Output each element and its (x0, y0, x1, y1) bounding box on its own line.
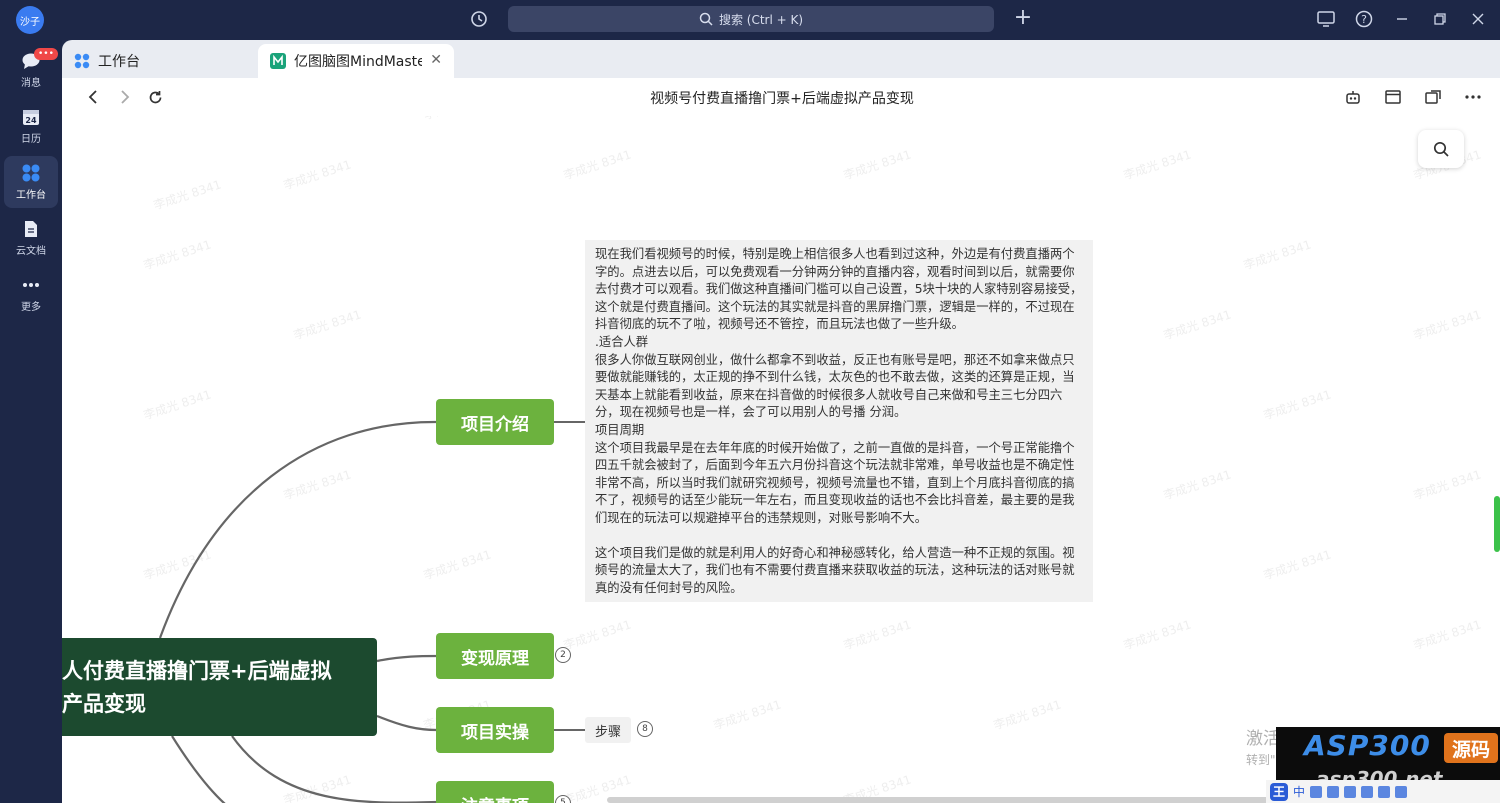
ime-tools-icon[interactable] (1361, 785, 1374, 798)
help-icon[interactable]: ? (1352, 8, 1376, 30)
sidebar-item-more[interactable]: 更多 (4, 268, 58, 320)
title-bar: 沙子 搜索 (Ctrl + K) + ? (0, 0, 1500, 40)
central-topic-line: 产品变现 (62, 692, 146, 716)
app-sidebar: ••• 消息 24 日历 工作台 云文档 更多 (0, 40, 62, 803)
document-title: 视频号付费直播撸门票+后端虚拟产品变现 (650, 91, 914, 107)
svg-text:24: 24 (25, 116, 37, 125)
ime-settings-icon[interactable] (1395, 785, 1408, 798)
document-icon (21, 219, 41, 239)
collapse-count-badge[interactable]: 8 (637, 721, 653, 737)
global-search[interactable]: 搜索 (Ctrl + K) (508, 6, 994, 32)
close-tab-icon[interactable]: ✕ (430, 52, 442, 68)
topic-project-intro[interactable]: 项目介绍 (436, 399, 554, 445)
window-layout-icon[interactable] (1382, 86, 1404, 108)
message-badge: ••• (34, 48, 58, 60)
forward-icon[interactable] (114, 86, 136, 108)
document-toolbar: 视频号付费直播撸门票+后端虚拟产品变现 (62, 78, 1500, 116)
calendar-icon: 24 (21, 107, 41, 127)
back-icon[interactable] (82, 86, 104, 108)
screen-share-icon[interactable] (1314, 8, 1338, 30)
sidebar-item-messages[interactable]: ••• 消息 (4, 44, 58, 96)
ime-mode[interactable]: 中 (1293, 783, 1305, 800)
history-icon[interactable] (468, 8, 490, 30)
apps-grid-icon (74, 53, 90, 69)
note-paragraph: 这个项目我最早是在去年年底的时候开始做了，之前一直做的是抖音，一个号正常能撸个四… (595, 440, 1075, 525)
topic-label: 项目实操 (461, 722, 529, 743)
sidebar-item-label: 消息 (21, 78, 41, 89)
note-paragraph: .适合人群 (595, 334, 649, 349)
mindmaster-logo-icon (270, 53, 286, 69)
ime-keyboard-icon[interactable] (1344, 785, 1357, 798)
sidebar-item-label: 云文档 (16, 246, 46, 257)
asp-logo-text: ASP300 (1304, 729, 1431, 762)
more-dots-icon (21, 275, 41, 295)
search-label: 搜索 (Ctrl + K) (718, 12, 804, 27)
ime-logo-icon: 王 (1270, 782, 1288, 801)
sidebar-item-label: 日历 (21, 134, 41, 145)
note-paragraph: 很多人你做互联网创业，做什么都拿不到收益，反正也有账号是吧，那还不如拿来做点只要… (595, 352, 1075, 420)
robot-icon[interactable] (1342, 86, 1364, 108)
open-in-window-icon[interactable] (1422, 86, 1444, 108)
topic-notes[interactable]: 注意事项 (436, 781, 554, 803)
central-topic-line: 人付费直播撸门票+后端虚拟 (62, 659, 332, 683)
note-paragraph: 这个项目我们是做的就是利用人的好奇心和神秘感转化，给人营造一种不正规的氛围。视频… (595, 545, 1075, 595)
minimize-icon[interactable] (1390, 8, 1414, 30)
refresh-icon[interactable] (144, 86, 166, 108)
tab-label: 工作台 (98, 54, 140, 70)
topic-project-practice[interactable]: 项目实操 (436, 707, 554, 753)
canvas-search-button[interactable] (1418, 130, 1464, 168)
tab-mindmaster[interactable]: 亿图脑图MindMaster ✕ (258, 44, 454, 78)
tab-strip: 工作台 亿图脑图MindMaster ✕ (62, 40, 1500, 78)
note-paragraph: 项目周期 (595, 422, 645, 437)
apps-grid-icon (21, 163, 41, 183)
ime-emoji-icon[interactable] (1327, 785, 1340, 798)
central-topic[interactable]: 人付费直播撸门票+后端虚拟 产品变现 (62, 638, 377, 736)
user-avatar[interactable]: 沙子 (16, 6, 44, 34)
topic-label: 变现原理 (461, 648, 529, 669)
topic-monetization-principle[interactable]: 变现原理 (436, 633, 554, 679)
tab-label: 亿图脑图MindMaster (294, 54, 422, 70)
more-options-icon[interactable] (1462, 86, 1484, 108)
svg-text:?: ? (1361, 13, 1367, 26)
mindmap-canvas[interactable]: 李成光 8341 李成光 8341 李成光 8341 李成光 8341 李成光 … (62, 116, 1500, 803)
restore-icon[interactable] (1428, 8, 1452, 30)
vertical-scrollbar[interactable] (1494, 496, 1500, 552)
tab-workbench[interactable]: 工作台 (62, 44, 258, 78)
close-window-icon[interactable] (1466, 8, 1490, 30)
sidebar-item-label: 工作台 (16, 190, 46, 201)
ime-skin-icon[interactable] (1378, 785, 1391, 798)
sidebar-item-workbench[interactable]: 工作台 (4, 156, 58, 208)
new-plus-icon[interactable]: + (1012, 7, 1034, 29)
sidebar-item-cloud-docs[interactable]: 云文档 (4, 212, 58, 264)
topic-note-panel[interactable]: 现在我们看视频号的时候，特别是晚上相信很多人也看到过这种，外边是有付费直播两个字… (585, 240, 1093, 602)
collapse-count-badge[interactable]: 2 (555, 647, 571, 663)
asp-logo-badge: 源码 (1444, 733, 1498, 763)
ime-toolbar[interactable]: 王 中 (1266, 780, 1500, 803)
ime-punct-icon[interactable] (1310, 785, 1323, 798)
subtopic-steps[interactable]: 步骤 (585, 717, 632, 743)
search-icon (1433, 141, 1449, 157)
topic-label: 注意事项 (461, 792, 529, 803)
topic-label: 项目介绍 (461, 414, 529, 435)
search-icon (699, 12, 713, 26)
sidebar-item-label: 更多 (21, 302, 41, 313)
horizontal-scrollbar[interactable] (607, 797, 1287, 803)
sidebar-item-calendar[interactable]: 24 日历 (4, 100, 58, 152)
note-paragraph: 现在我们看视频号的时候，特别是晚上相信很多人也看到过这种，外边是有付费直播两个字… (595, 247, 1083, 332)
